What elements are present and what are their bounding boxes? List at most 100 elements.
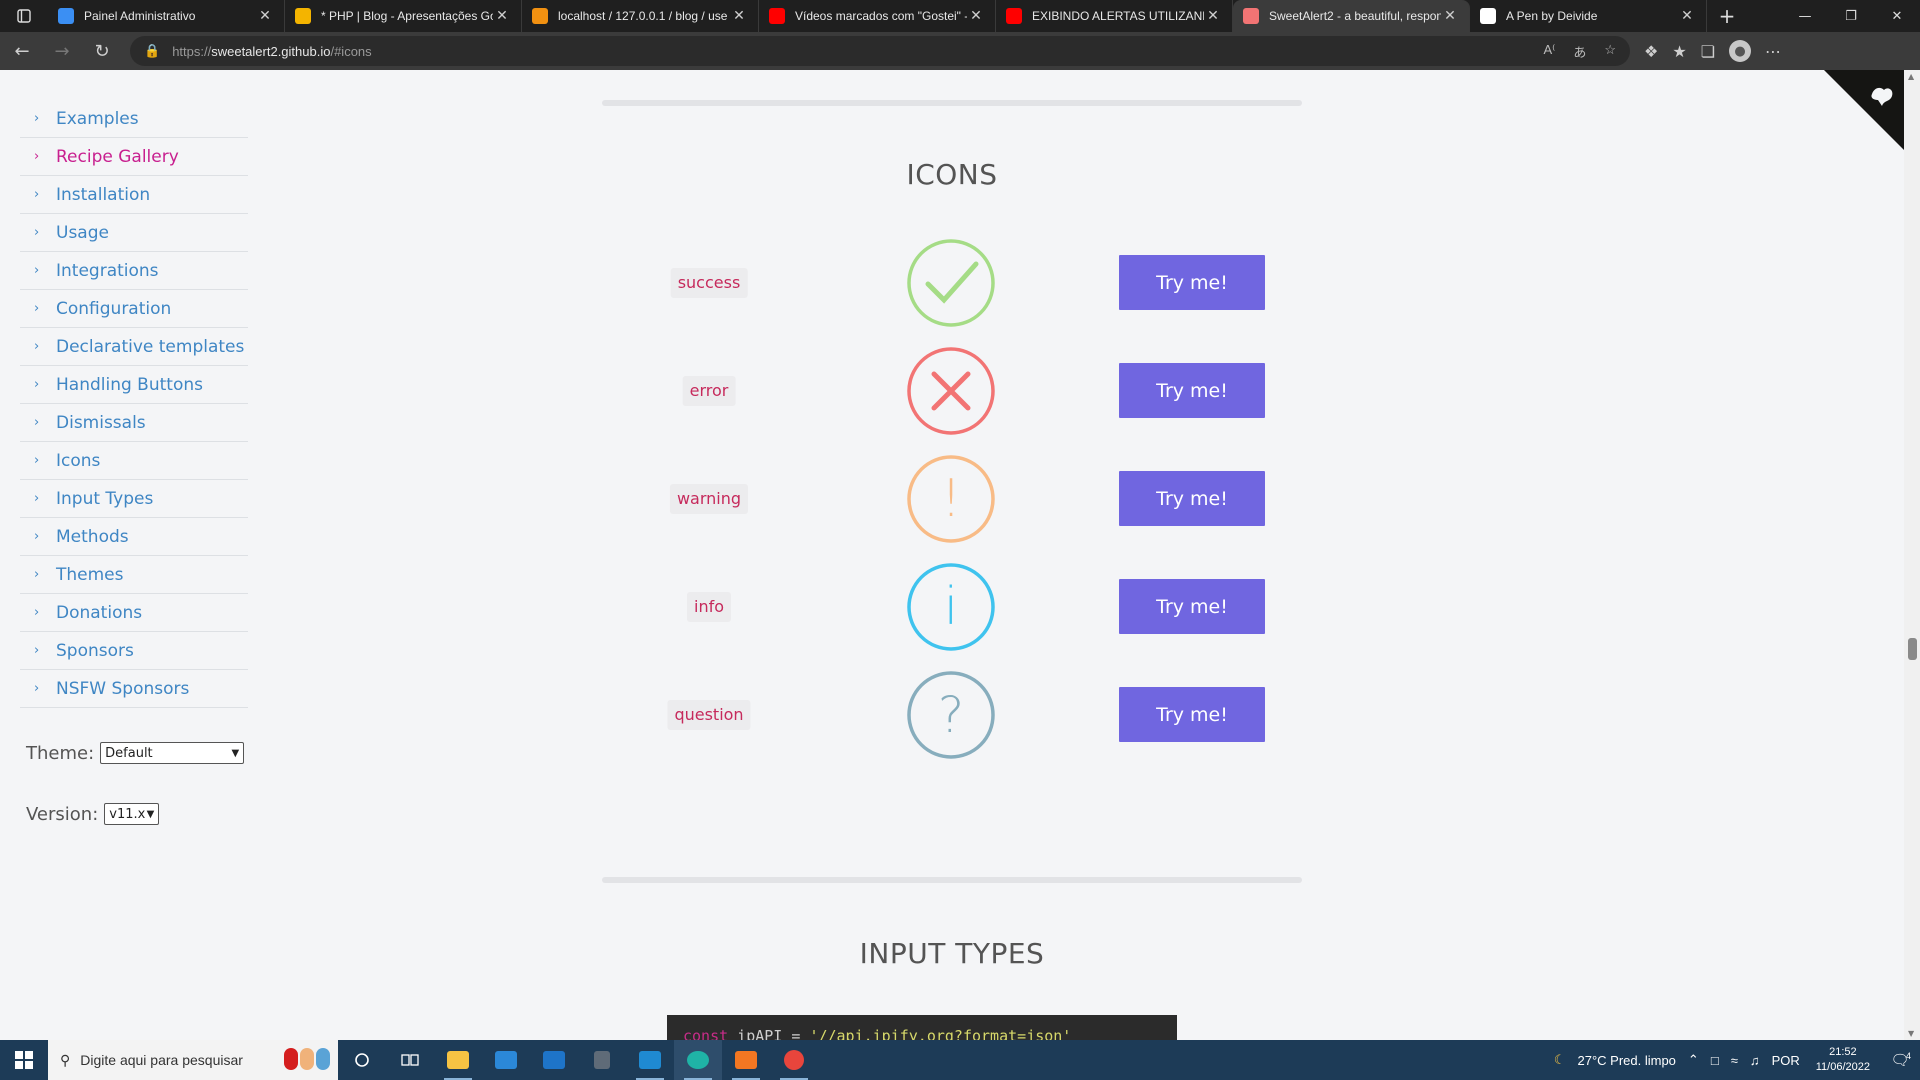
scroll-down-icon[interactable]: ▼ (1908, 1029, 1914, 1038)
icon-example-row: info i Try me! (602, 562, 1302, 652)
lock-icon[interactable]: 🔒 (144, 43, 160, 59)
sidebar-item-handling-buttons[interactable]: › Handling Buttons (20, 366, 248, 404)
try-me-error-button[interactable]: Try me! (1119, 363, 1265, 418)
icon-type-code-label: warning (669, 484, 749, 514)
translate-icon[interactable]: あ (1573, 42, 1586, 61)
icon-example-row: warning! Try me! (602, 454, 1302, 544)
sidebar-item-nsfw-sponsors[interactable]: › NSFW Sponsors (20, 670, 248, 708)
taskbar-clock[interactable]: 21:52 11/06/2022 (1806, 1045, 1880, 1075)
forward-icon[interactable]: → (44, 35, 80, 67)
microsoft-store-icon[interactable] (482, 1040, 530, 1080)
network-wifi-icon[interactable]: ≈ (1725, 1053, 1744, 1068)
icon-type-code-label: error (682, 376, 736, 406)
sidebar-item-sponsors[interactable]: › Sponsors (20, 632, 248, 670)
page-scrollbar[interactable]: ▲ ▼ (1904, 70, 1920, 1040)
chevron-right-icon: › (34, 415, 40, 430)
taskbar-search-box[interactable]: ⚲ Digite aqui para pesquisar (48, 1040, 338, 1080)
sidebar-item-donations[interactable]: › Donations (20, 594, 248, 632)
extensions-icon[interactable]: ❖ (1644, 42, 1658, 61)
minimize-icon[interactable]: — (1782, 0, 1828, 32)
close-tab-icon[interactable]: ✕ (967, 8, 985, 24)
restore-icon[interactable]: ❐ (1828, 0, 1874, 32)
file-explorer-icon[interactable] (434, 1040, 482, 1080)
sidebar-item-installation[interactable]: › Installation (20, 176, 248, 214)
chevron-right-icon: › (34, 529, 40, 544)
version-select[interactable]: v11.x ▼ (104, 803, 160, 825)
task-view-icon[interactable] (386, 1040, 434, 1080)
try-me-success-button[interactable]: Try me! (1119, 255, 1265, 310)
try-me-warning-button[interactable]: Try me! (1119, 471, 1265, 526)
close-tab-icon[interactable]: ✕ (730, 8, 748, 24)
weather-moon-icon[interactable]: ☾ (1548, 1052, 1572, 1068)
vscode-icon[interactable] (626, 1040, 674, 1080)
cortana-icon[interactable] (338, 1040, 386, 1080)
edge-browser-icon[interactable] (674, 1040, 722, 1080)
icon-type-code-label: question (667, 700, 751, 730)
close-tab-icon[interactable]: ✕ (1204, 8, 1222, 24)
weather-text[interactable]: 27°C Pred. limpo (1572, 1053, 1682, 1068)
show-hidden-icons-chevron-icon[interactable]: ⌃ (1682, 1052, 1705, 1068)
svg-text:i: i (944, 577, 958, 637)
sidebar-item-label: Handling Buttons (56, 374, 203, 395)
sidebar-item-integrations[interactable]: › Integrations (20, 252, 248, 290)
collections-icon[interactable]: ❏ (1701, 42, 1715, 61)
sidebar-item-icons[interactable]: › Icons (20, 442, 248, 480)
close-window-icon[interactable]: ✕ (1874, 0, 1920, 32)
sidebar-item-configuration[interactable]: › Configuration (20, 290, 248, 328)
profile-avatar[interactable]: ● (1729, 40, 1752, 62)
browser-tab[interactable]: * PHP | Blog - Apresentações Go ✕ (285, 0, 522, 32)
browser-tab[interactable]: SweetAlert2 - a beautiful, respon ✕ (1233, 0, 1470, 32)
sidebar-item-dismissals[interactable]: › Dismissals (20, 404, 248, 442)
close-tab-icon[interactable]: ✕ (1678, 8, 1696, 24)
sidebar-item-examples[interactable]: › Examples (20, 100, 248, 138)
add-favorite-icon[interactable]: ☆ (1604, 42, 1616, 61)
sidebar-item-label: Installation (56, 184, 151, 205)
svg-text:?: ? (938, 686, 965, 744)
favorites-icon[interactable]: ★ (1672, 42, 1686, 61)
address-bar[interactable]: 🔒 https://sweetalert2.github.io/#icons A… (130, 36, 1630, 66)
sidebar-item-input-types[interactable]: › Input Types (20, 480, 248, 518)
sidebar-item-methods[interactable]: › Methods (20, 518, 248, 556)
try-me-question-button[interactable]: Try me! (1119, 687, 1265, 742)
github-corner-icon[interactable] (1824, 70, 1904, 150)
chrome-icon[interactable] (770, 1040, 818, 1080)
sidebar-item-label: Icons (56, 450, 101, 471)
sidebar-item-themes[interactable]: › Themes (20, 556, 248, 594)
browser-tab[interactable]: Vídeos marcados com "Gostei" - ✕ (759, 0, 996, 32)
close-tab-icon[interactable]: ✕ (493, 8, 511, 24)
close-tab-icon[interactable]: ✕ (256, 8, 274, 24)
volume-icon[interactable]: ♫ (1744, 1053, 1766, 1068)
section-divider (602, 100, 1302, 106)
sidebar-item-label: Examples (56, 108, 139, 129)
chevron-right-icon: › (34, 149, 40, 164)
browser-tab[interactable]: EXIBINDO ALERTAS UTILIZANDO ✕ (996, 0, 1233, 32)
reload-icon[interactable]: ↻ (84, 35, 120, 67)
browser-tab[interactable]: Painel Administrativo ✕ (48, 0, 285, 32)
theme-select[interactable]: Default ▼ (100, 742, 245, 764)
meet-now-icon[interactable]: □ (1705, 1053, 1725, 1068)
settings-more-icon[interactable]: ⋯ (1765, 42, 1781, 61)
windows-start-icon[interactable] (0, 1040, 48, 1080)
close-tab-icon[interactable]: ✕ (1441, 8, 1459, 24)
new-tab-icon[interactable]: + (1707, 4, 1747, 28)
search-highlight-illustration (284, 1048, 330, 1070)
tab-title: SweetAlert2 - a beautiful, respon (1269, 9, 1441, 23)
read-aloud-icon[interactable]: A⁽ (1543, 42, 1555, 61)
scrollbar-thumb[interactable] (1908, 638, 1917, 660)
browser-tab[interactable]: A Pen by Deivide ✕ (1470, 0, 1707, 32)
sidebar-item-label: Configuration (56, 298, 172, 319)
icons-section-title: ICONS (906, 158, 998, 191)
tab-actions-menu-icon[interactable] (0, 0, 48, 32)
sidebar-item-declarative-templates[interactable]: › Declarative templates (20, 328, 248, 366)
xampp-icon[interactable] (722, 1040, 770, 1080)
language-indicator[interactable]: POR (1766, 1053, 1806, 1068)
calculator-icon[interactable] (578, 1040, 626, 1080)
try-me-info-button[interactable]: Try me! (1119, 579, 1265, 634)
sidebar-item-usage[interactable]: › Usage (20, 214, 248, 252)
mail-icon[interactable] (530, 1040, 578, 1080)
browser-tab[interactable]: localhost / 127.0.0.1 / blog / use ✕ (522, 0, 759, 32)
scroll-up-icon[interactable]: ▲ (1908, 72, 1914, 81)
notification-center-icon[interactable]: 🗨 4 (1880, 1051, 1920, 1069)
sidebar-item-recipe-gallery[interactable]: › Recipe Gallery (20, 138, 248, 176)
back-icon[interactable]: ← (4, 35, 40, 67)
